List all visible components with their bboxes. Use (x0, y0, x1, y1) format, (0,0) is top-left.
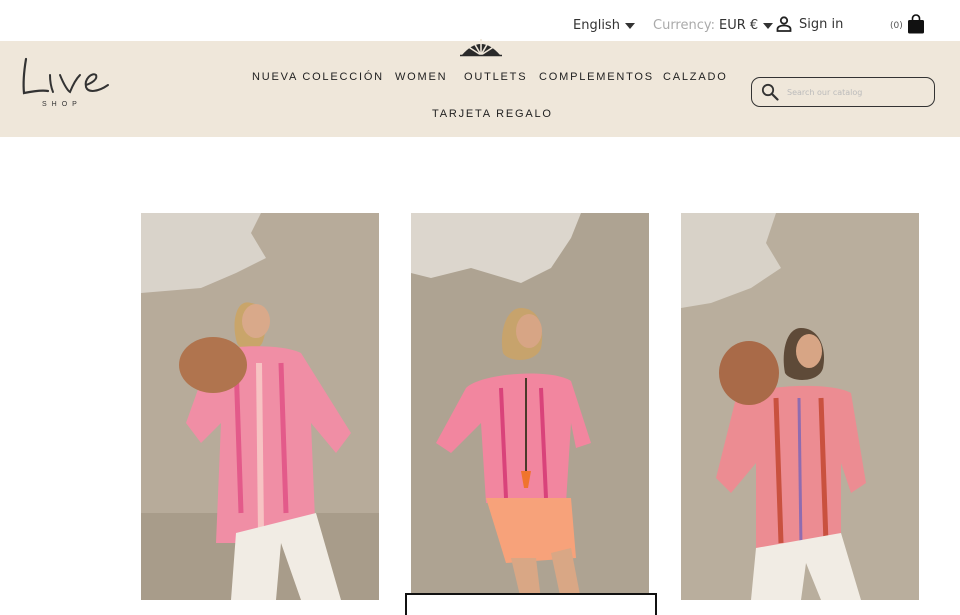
nav-item-calzado[interactable]: CALZADO (663, 71, 728, 83)
top-bar: English Currency: EUR € Sign in (0) (0, 0, 960, 41)
user-icon (776, 16, 792, 32)
signin-label: Sign in (799, 16, 844, 32)
logo-graphic: SHOP (22, 57, 109, 108)
search-input[interactable] (785, 86, 919, 98)
language-selector[interactable]: English (573, 18, 635, 33)
shopping-bag-icon (907, 14, 924, 34)
currency-value: EUR € (719, 18, 759, 33)
search-icon[interactable] (761, 83, 779, 101)
cart-button[interactable]: (0) (890, 14, 925, 34)
product-card[interactable] (141, 213, 379, 600)
nav-item-tarjeta-regalo[interactable]: TARJETA REGALO (432, 108, 553, 120)
chevron-down-icon (763, 22, 774, 29)
quick-view-button[interactable] (405, 593, 657, 615)
product-image[interactable] (411, 213, 649, 600)
currency-label: Currency: (653, 18, 716, 33)
brand-logo[interactable]: SHOP (20, 51, 112, 111)
nav-item-complementos[interactable]: COMPLEMENTOS (539, 71, 654, 83)
currency-selector[interactable]: Currency: EUR € (653, 18, 774, 33)
search-box (751, 77, 935, 107)
nav-item-outlets[interactable]: OUTLETS (464, 71, 527, 83)
product-image[interactable] (681, 213, 919, 600)
nav-item-women[interactable]: WOMEN (395, 71, 447, 83)
main-header: SHOP NUEVA COLECCIÓN WOMEN OUTLETS COMPL… (0, 39, 960, 137)
signin-link[interactable]: Sign in (776, 16, 843, 32)
chevron-down-icon (624, 22, 635, 29)
logo-subtext: SHOP (42, 101, 82, 108)
product-card[interactable] (681, 213, 919, 600)
sun-emblem-icon (460, 39, 502, 57)
language-label: English (573, 18, 620, 33)
product-card[interactable] (411, 213, 649, 600)
cart-count: (0) (890, 21, 903, 31)
product-image[interactable] (141, 213, 379, 600)
nav-item-nueva-coleccion[interactable]: NUEVA COLECCIÓN (252, 71, 384, 83)
